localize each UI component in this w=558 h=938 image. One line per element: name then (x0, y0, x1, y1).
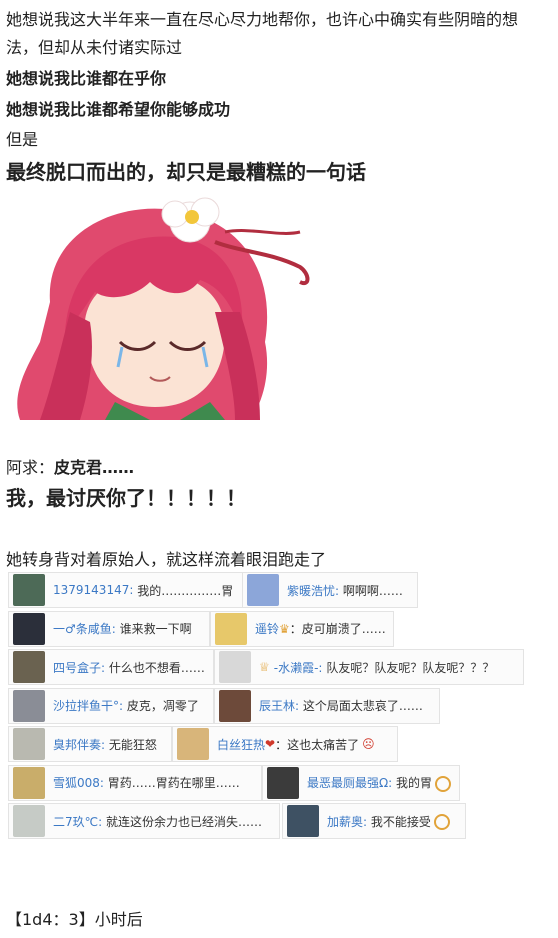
heart-badge-icon: ❤ (265, 737, 276, 751)
comment-item: 最恶最厕最强Ω: 我的胃 (262, 764, 460, 801)
crown-icon: ♛ (279, 621, 290, 636)
comment-row: 沙拉拌鱼干°: 皮克，凋零了 辰王林: 这个局面太悲哀了…… (4, 687, 524, 727)
avatar (13, 766, 45, 799)
comment-item: 遥铃 ♛：皮可崩溃了…… (210, 610, 394, 647)
crying-girl-illustration (17, 197, 310, 420)
comment-item: 1379143147: 我的……………胃 (8, 572, 244, 608)
comment-text: 谁来救一下啊 (119, 622, 192, 636)
comment-text: 就连这份余力也已经消失…… (105, 814, 262, 829)
comment-user[interactable]: 四号盒子: (53, 659, 105, 676)
comment-row: 雪狐008: 胃药……胃药在哪里…… 最恶最厕最强Ω: 我的胃 (4, 764, 524, 804)
comment-text: 这个局面太悲哀了…… (302, 699, 423, 713)
comment-item: 加薪奥: 我不能接受 (282, 803, 466, 839)
comment-row: 臭邦伴奏: 无能狂怒 白丝狂热 ❤：这也太痛苦了 ☹ (4, 726, 524, 765)
avatar (13, 689, 45, 722)
comment-user[interactable]: 遥铃 (255, 620, 279, 637)
comment-text: 我不能接受 (370, 814, 431, 829)
avatar (215, 612, 247, 645)
comment-user[interactable]: 二7玖℃: (53, 813, 102, 830)
paragraph-3: 她想说我比谁都希望你能够成功 (6, 100, 231, 119)
avatar (219, 689, 251, 722)
comment-row: 四号盒子: 什么也不想看…… ♕ -水濑霞-: 队友呢？队友呢？队友呢？？？ (4, 649, 524, 688)
shout-line: 我，最讨厌你了！！！！！ (6, 486, 246, 510)
comment-user[interactable]: 雪狐008: (53, 774, 104, 791)
comment-user[interactable]: -水濑霞-: (274, 659, 323, 676)
avatar (13, 728, 45, 760)
comment-text: 队友呢？队友呢？队友呢？？？ (326, 660, 495, 675)
avatar (287, 805, 319, 837)
comment-user[interactable]: 紫暖浩忧: (287, 582, 339, 599)
paragraph-1-cont: 法，但却从未付诸实际过 (6, 38, 183, 57)
badge-icon (433, 814, 450, 830)
speaker-line: 阿求：皮克君…… (6, 456, 134, 480)
comment-row: 二7玖℃: 就连这份余力也已经消失…… 加薪奥: 我不能接受 (4, 803, 524, 842)
comment-item: 白丝狂热 ❤：这也太痛苦了 ☹ (172, 726, 398, 762)
comment-user[interactable]: 白丝狂热 (217, 736, 265, 753)
comment-item: ♕ -水濑霞-: 队友呢？队友呢？队友呢？？？ (214, 649, 524, 685)
comment-user[interactable]: 辰王林: (259, 697, 299, 714)
comment-row: 1379143147: 我的……………胃 紫暖浩忧: 啊啊啊…… (4, 572, 524, 611)
comment-text: 无能狂怒 (108, 737, 157, 752)
comment-text: 我的胃 (396, 776, 433, 790)
paragraph-6: 她转身背对着原始人，就这样流着眼泪跑走了 (6, 550, 327, 569)
avatar (177, 728, 209, 760)
comment-item: 沙拉拌鱼干°: 皮克，凋零了 (8, 687, 214, 724)
comment-text: 啊啊啊…… (342, 583, 403, 598)
avatar (13, 612, 45, 645)
comment-user[interactable]: 1379143147: (53, 583, 133, 597)
comment-user[interactable]: 一♂条咸鱼: (53, 620, 116, 637)
avatar (219, 651, 251, 683)
comment-item: 四号盒子: 什么也不想看…… (8, 649, 214, 685)
comment-item: 辰王林: 这个局面太悲哀了…… (214, 687, 440, 724)
medal-icon: ♕ (259, 660, 270, 674)
footer-line: 【1d4：3】小时后 (6, 910, 143, 929)
avatar (13, 805, 45, 837)
comment-user[interactable]: 沙拉拌鱼干°: (53, 697, 123, 714)
comment-item: 紫暖浩忧: 啊啊啊…… (242, 572, 418, 608)
comment-text: 我的……………胃 (137, 583, 234, 598)
comment-text: 这也太痛苦了 (287, 737, 360, 752)
comment-item: 臭邦伴奏: 无能狂怒 (8, 726, 172, 762)
comment-text: 什么也不想看…… (108, 660, 205, 675)
comment-user[interactable]: 最恶最厕最强Ω: (307, 774, 392, 791)
speaker-label: 阿求： (6, 458, 55, 477)
comment-item: 一♂条咸鱼: 谁来救一下啊 (8, 610, 210, 647)
avatar (13, 574, 45, 606)
comment-item: 二7玖℃: 就连这份余力也已经消失…… (8, 803, 280, 839)
paragraph-5: 最终脱口而出的，却只是最糟糕的一句话 (6, 160, 366, 184)
comment-row: 一♂条咸鱼: 谁来救一下啊 遥铃 ♛：皮可崩溃了…… (4, 610, 524, 650)
avatar (13, 651, 45, 683)
speaker-name: 皮克君…… (54, 458, 135, 477)
comment-item: 雪狐008: 胃药……胃药在哪里…… (8, 764, 262, 801)
comment-text: 皮克，凋零了 (126, 699, 199, 713)
avatar (267, 766, 299, 799)
badge-icon (435, 775, 452, 792)
paragraph-1: 她想说我这大半年来一直在尽心尽力地帮你，也许心中确实有些阴暗的想 (6, 10, 519, 29)
comment-screenshot: 1379143147: 我的……………胃 紫暖浩忧: 啊啊啊…… 一♂条咸鱼: … (4, 572, 524, 842)
avatar (247, 574, 279, 606)
comment-text: 胃药……胃药在哪里…… (107, 776, 240, 790)
paragraph-4: 但是 (6, 130, 39, 149)
comment-text: 皮可崩溃了…… (301, 622, 386, 636)
comment-user[interactable]: 加薪奥: (327, 813, 367, 830)
paragraph-2: 她想说我比谁都在乎你 (6, 69, 167, 88)
emoji-icon: ☹ (362, 737, 375, 751)
comment-user[interactable]: 臭邦伴奏: (53, 736, 105, 753)
